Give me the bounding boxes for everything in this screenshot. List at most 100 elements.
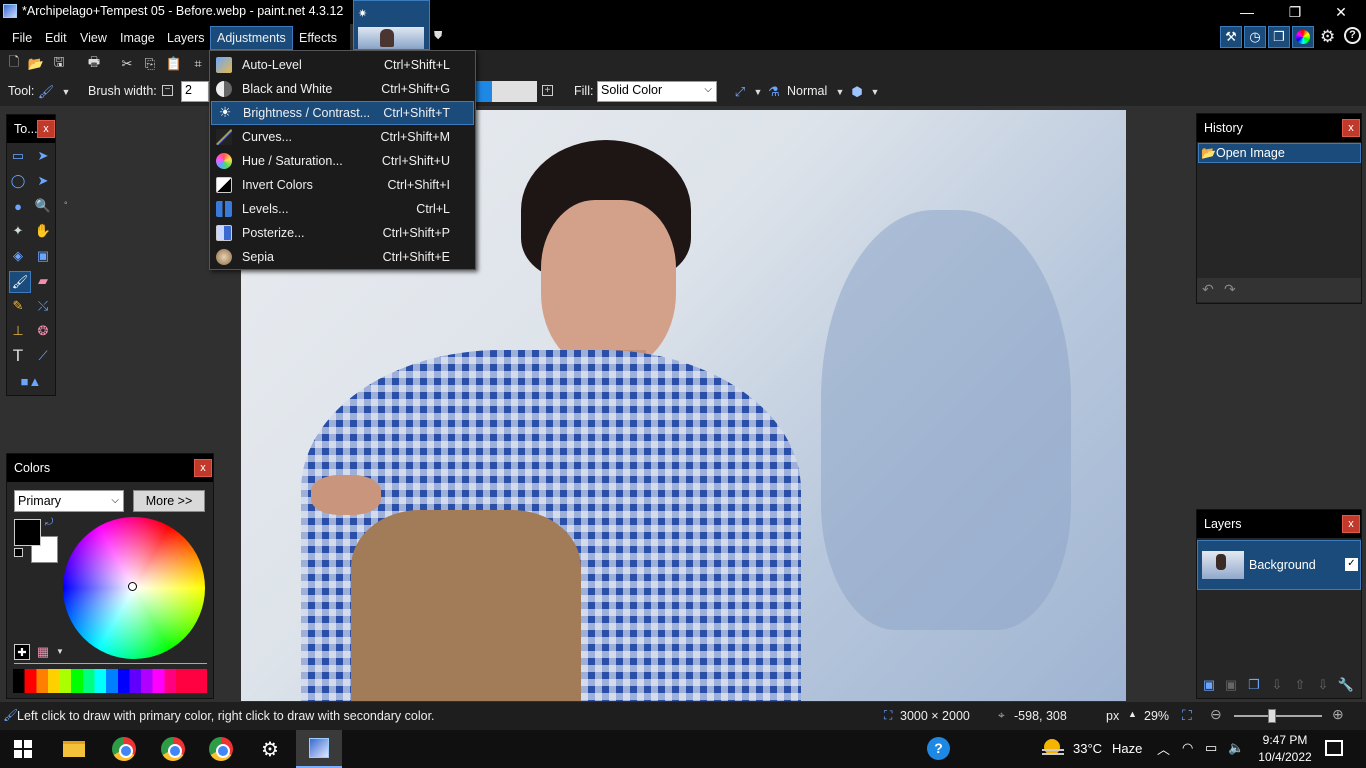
blend-mode-dropdown-icon[interactable]: ▼ (832, 84, 848, 100)
copy-icon[interactable]: ⎘ (142, 56, 158, 72)
adj-invert-colors[interactable]: Invert Colors Ctrl+Shift+I (211, 173, 474, 197)
move-selection-icon[interactable]: ➤ (35, 173, 51, 189)
history-item[interactable]: 📂 Open Image (1198, 143, 1361, 163)
selection-mode-icon[interactable]: ⬢ (849, 84, 865, 100)
cut-icon[interactable]: ✂ (119, 56, 135, 72)
zoom-icon[interactable]: 🔍 (35, 198, 51, 214)
zoom-slider-thumb[interactable] (1268, 709, 1276, 723)
tool-dropdown-icon[interactable]: ▼ (58, 84, 74, 100)
recolor-icon[interactable]: ❂ (35, 323, 51, 339)
notification-center-icon[interactable] (1325, 740, 1343, 756)
tools-panel-close-button[interactable]: x (37, 120, 55, 138)
color-mode-select[interactable]: Primary ⌵ (14, 490, 124, 512)
menu-adjustments[interactable]: Adjustments (210, 26, 293, 50)
menu-effects[interactable]: Effects (293, 26, 343, 50)
chrome-taskbar-1[interactable] (101, 730, 147, 768)
magic-wand-icon[interactable]: ✦ (10, 223, 26, 239)
menu-edit[interactable]: Edit (39, 26, 73, 50)
eraser-icon[interactable]: ▰ (35, 273, 51, 289)
crop-icon[interactable]: ⌗ (190, 56, 206, 72)
file-explorer-taskbar[interactable] (51, 730, 97, 768)
text-tool-icon[interactable]: T (10, 346, 26, 365)
unit-select[interactable]: px (1106, 709, 1119, 723)
help-icon[interactable]: ? (1344, 27, 1361, 44)
line-curve-icon[interactable]: ⟋ (35, 348, 51, 364)
pencil-icon[interactable]: ✎ (10, 298, 26, 314)
fill-select[interactable]: Solid Color ⌵ (597, 81, 717, 102)
layer-row[interactable]: Background ✓ (1197, 540, 1361, 590)
history-window-icon[interactable]: ◷ (1244, 26, 1266, 48)
adj-levels[interactable]: Levels... Ctrl+L (211, 197, 474, 221)
add-layer-icon[interactable]: ▣ (1201, 677, 1217, 693)
paintbrush-tool-selected[interactable]: 🖌 (9, 271, 31, 293)
merge-down-icon[interactable]: ⇩ (1269, 677, 1285, 693)
reset-colors-icon[interactable] (14, 548, 23, 557)
start-button[interactable] (0, 730, 46, 768)
minimize-button[interactable]: — (1224, 0, 1270, 24)
adj-hue-saturation[interactable]: Hue / Saturation... Ctrl+Shift+U (211, 149, 474, 173)
move-selected-icon[interactable]: ➤ (35, 148, 51, 164)
increase-width-button[interactable]: + (542, 85, 553, 96)
chrome-taskbar-3[interactable] (198, 730, 244, 768)
menu-file[interactable]: File (6, 26, 38, 50)
redo-icon[interactable]: ↷ (1224, 281, 1236, 298)
clone-stamp-icon[interactable]: ⊥ (10, 323, 26, 339)
rectangle-select-icon[interactable]: ▭ (10, 148, 26, 164)
gradient-icon[interactable]: ▣ (35, 248, 51, 264)
adj-black-and-white[interactable]: Black and White Ctrl+Shift+G (211, 77, 474, 101)
brush-width-slider[interactable] (476, 81, 537, 102)
open-folder-icon[interactable]: 📂 (28, 56, 44, 72)
zoom-slider-track[interactable] (1234, 715, 1322, 717)
layer-properties-icon[interactable]: 🔧 (1338, 677, 1354, 693)
swap-colors-icon[interactable]: ⤾ (45, 517, 53, 528)
adj-sepia[interactable]: Sepia Ctrl+Shift+E (211, 245, 474, 269)
clock-time[interactable]: 9:47 PM (1260, 733, 1310, 747)
document-tab[interactable]: ✷ (353, 0, 430, 50)
zoom-in-icon[interactable]: ⊕ (1332, 706, 1344, 723)
unit-dropdown-icon[interactable]: ▲ (1128, 709, 1137, 719)
paintbrush-tool-icon[interactable]: 🖌 (38, 84, 55, 100)
colors-panel-close-button[interactable]: x (194, 459, 212, 477)
paint-bucket-icon[interactable]: ◈ (10, 248, 26, 264)
color-wheel-handle[interactable] (128, 582, 137, 591)
selection-mode-dropdown-icon[interactable]: ▼ (867, 84, 883, 100)
adj-auto-level[interactable]: Auto-Level Ctrl+Shift+L (211, 53, 474, 77)
weather-desc[interactable]: Haze (1112, 741, 1142, 756)
lasso-select-icon[interactable]: ◯ (10, 173, 26, 189)
chrome-taskbar-2[interactable] (150, 730, 196, 768)
shapes-icon[interactable]: ■▲ (15, 373, 47, 389)
help-taskbar-icon[interactable]: ? (927, 737, 950, 760)
layer-visibility-checkbox[interactable]: ✓ (1345, 558, 1358, 571)
weather-temp[interactable]: 33°C (1073, 741, 1102, 756)
paintnet-taskbar[interactable] (296, 730, 342, 768)
color-wheel[interactable] (63, 517, 205, 659)
menu-view[interactable]: View (74, 26, 113, 50)
print-icon[interactable]: 🖶 (86, 54, 102, 72)
volume-icon[interactable]: 🔈 (1228, 740, 1244, 756)
wifi-icon[interactable]: ◠ (1182, 740, 1193, 756)
pan-hand-icon[interactable]: ✋ (35, 223, 51, 239)
menu-image[interactable]: Image (114, 26, 161, 50)
close-window-button[interactable]: ✕ (1318, 0, 1364, 24)
move-layer-down-icon[interactable]: ⇩ (1315, 677, 1331, 693)
color-picker-icon[interactable]: ⤯ (35, 298, 51, 314)
antialiasing-icon[interactable]: ⤢ (732, 84, 748, 100)
adj-brightness-contrast[interactable]: ☀ Brightness / Contrast... Ctrl+Shift+T (211, 101, 474, 125)
blend-mode-value[interactable]: Normal (787, 84, 827, 98)
layers-window-icon[interactable]: ❐ (1268, 26, 1290, 48)
tools-window-icon[interactable]: ⚒ (1220, 26, 1242, 48)
zoom-out-icon[interactable]: ⊖ (1210, 706, 1222, 723)
zoom-value[interactable]: 29% (1144, 709, 1169, 723)
more-colors-button[interactable]: More >> (133, 490, 205, 512)
tab-list-icon[interactable]: ⛊ (434, 30, 442, 43)
move-layer-up-icon[interactable]: ⇧ (1292, 677, 1308, 693)
menu-layers[interactable]: Layers (161, 26, 211, 50)
settings-gear-icon[interactable]: ⚙ (1320, 27, 1335, 47)
new-file-icon[interactable]: 🗋 (6, 54, 22, 72)
adj-curves[interactable]: Curves... Ctrl+Shift+M (211, 125, 474, 149)
zoom-to-window-icon[interactable]: ⛶ (1182, 707, 1192, 724)
paste-icon[interactable]: 📋 (166, 56, 182, 72)
show-hidden-icons-icon[interactable]: ︿ (1157, 739, 1170, 758)
primary-color-swatch[interactable] (14, 519, 41, 546)
palette-icon[interactable]: ▦ (35, 644, 51, 660)
